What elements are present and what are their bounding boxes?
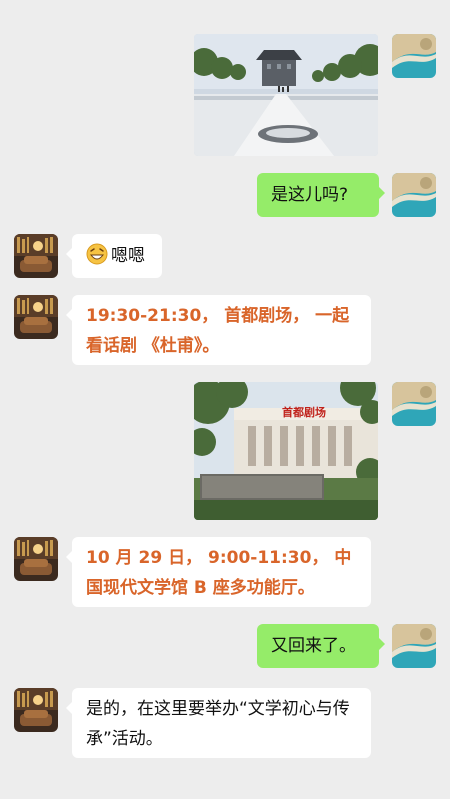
ocean-coast-avatar-icon (392, 34, 436, 78)
message-bubble-sent[interactable]: 又回来了。 (257, 624, 385, 668)
message-text-highlighted: 19:30-21:30， 首都剧场， 一起看话剧 《杜甫》。 (86, 306, 350, 356)
theater-building-photo: 首都剧场 (194, 382, 378, 520)
reading-room-avatar-icon (14, 234, 58, 278)
message-bubble-received[interactable]: 嗯嗯 (66, 234, 162, 278)
self-avatar[interactable] (392, 624, 436, 668)
contact-avatar[interactable] (14, 234, 58, 278)
ocean-coast-avatar-icon (392, 173, 436, 217)
self-avatar[interactable] (392, 173, 436, 217)
message-text: 嗯嗯 (111, 246, 145, 266)
theater-sign-text: 首都剧场 (282, 405, 326, 419)
message-image-theater[interactable]: 首都剧场 (194, 382, 378, 520)
message-text-highlighted: 10 月 29 日， 9:00-11:30， 中国现代文学馆 B 座多功能厅。 (86, 548, 352, 598)
message-bubble-sent[interactable]: 是这儿吗? (257, 173, 385, 217)
self-avatar[interactable] (392, 34, 436, 78)
message-image-city-gate[interactable] (194, 34, 378, 156)
message-bubble-received[interactable]: 10 月 29 日， 9:00-11:30， 中国现代文学馆 B 座多功能厅。 (66, 537, 371, 607)
ocean-coast-avatar-icon (392, 624, 436, 668)
self-avatar[interactable] (392, 382, 436, 426)
contact-avatar[interactable] (14, 688, 58, 732)
contact-avatar[interactable] (14, 537, 58, 581)
message-text: 是的，在这里要举办“文学初心与传承”活动。 (86, 699, 350, 749)
city-gate-photo (194, 34, 378, 156)
reading-room-avatar-icon (14, 688, 58, 732)
reading-room-avatar-icon (14, 295, 58, 339)
message-text: 又回来了。 (271, 636, 356, 656)
reading-room-avatar-icon (14, 537, 58, 581)
grinning-face-emoji-icon (86, 243, 108, 265)
message-text: 是这儿吗? (271, 185, 349, 205)
contact-avatar[interactable] (14, 295, 58, 339)
message-bubble-received[interactable]: 19:30-21:30， 首都剧场， 一起看话剧 《杜甫》。 (66, 295, 371, 365)
ocean-coast-avatar-icon (392, 382, 436, 426)
message-bubble-received[interactable]: 是的，在这里要举办“文学初心与传承”活动。 (66, 688, 371, 758)
